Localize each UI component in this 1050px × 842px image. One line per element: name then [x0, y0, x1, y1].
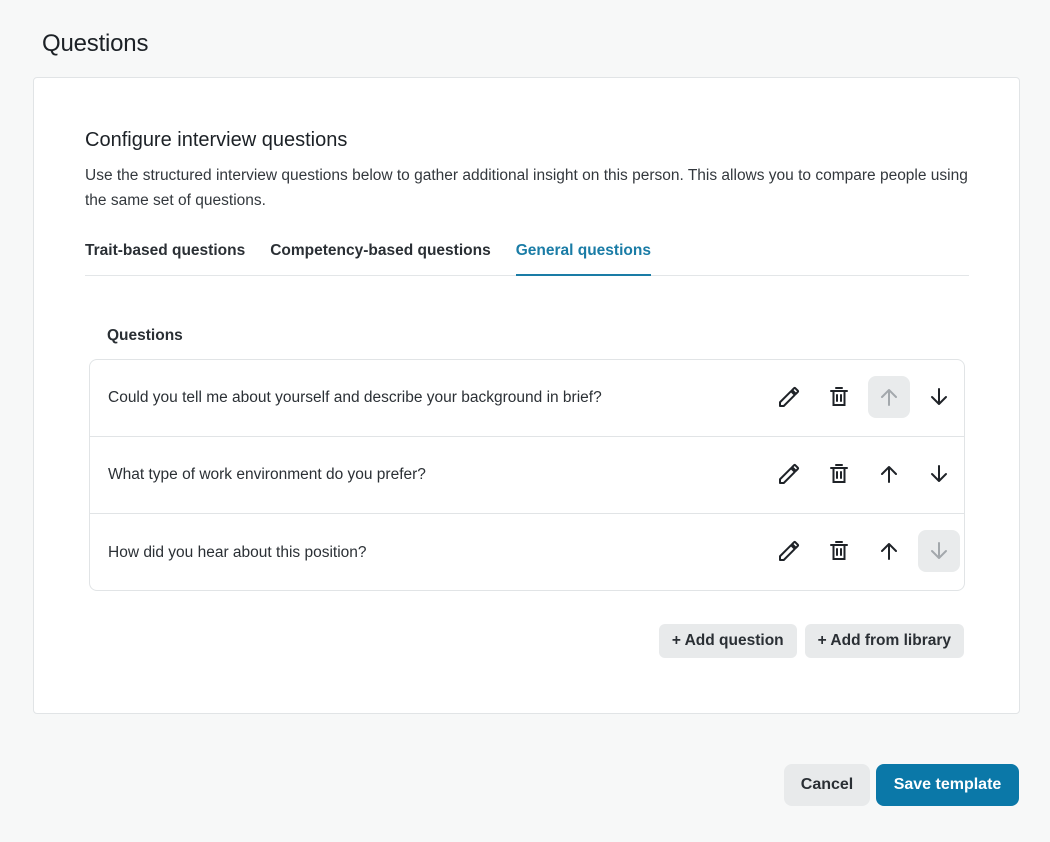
question-text: What type of work environment do you pre…	[108, 466, 426, 483]
move-down-button[interactable]	[918, 530, 960, 572]
trash-icon	[830, 541, 848, 560]
question-actions	[768, 530, 960, 572]
delete-question-button[interactable]	[818, 530, 860, 572]
tab-general[interactable]: General questions	[515, 238, 651, 276]
pencil-icon	[779, 464, 799, 484]
questions-list: Could you tell me about yourself and des…	[89, 359, 965, 591]
delete-question-button[interactable]	[818, 453, 860, 495]
questions-header: Questions	[107, 327, 183, 344]
question-row: Could you tell me about yourself and des…	[90, 360, 964, 437]
arrow-down-icon	[931, 388, 947, 405]
add-question-button[interactable]: + Add question	[658, 624, 797, 658]
arrow-up-icon	[881, 466, 897, 483]
question-tabs: Trait-based questions Competency-based q…	[85, 238, 969, 276]
move-up-button[interactable]	[868, 453, 910, 495]
question-row: What type of work environment do you pre…	[90, 437, 964, 514]
question-text: How did you hear about this position?	[108, 543, 367, 561]
add-buttons: + Add question + Add from library	[658, 624, 964, 658]
arrow-down-icon	[931, 542, 947, 559]
add-from-library-button[interactable]: + Add from library	[804, 624, 964, 658]
arrow-up-icon	[881, 543, 897, 560]
trash-icon	[830, 464, 848, 483]
edit-question-button[interactable]	[768, 453, 810, 495]
question-actions	[768, 376, 960, 418]
section-description: Use the structured interview questions b…	[85, 167, 968, 209]
pencil-icon	[779, 541, 799, 561]
cancel-button[interactable]: Cancel	[784, 764, 870, 806]
tab-trait-based[interactable]: Trait-based questions	[85, 238, 245, 276]
move-down-button[interactable]	[918, 376, 960, 418]
question-row: How did you hear about this position?	[90, 514, 964, 590]
move-up-button[interactable]	[868, 376, 910, 418]
section-title: Configure interview questions	[85, 129, 348, 151]
move-down-button[interactable]	[918, 453, 960, 495]
arrow-up-icon	[881, 389, 897, 406]
move-up-button[interactable]	[868, 530, 910, 572]
question-actions	[768, 453, 960, 495]
footer-actions: Cancel Save template	[784, 764, 1019, 806]
questions-card: Configure interview questions Use the st…	[33, 77, 1020, 714]
save-template-button[interactable]: Save template	[876, 764, 1019, 806]
pencil-icon	[779, 387, 799, 407]
edit-question-button[interactable]	[768, 376, 810, 418]
trash-icon	[830, 387, 848, 406]
tab-competency-based[interactable]: Competency-based questions	[270, 238, 491, 276]
edit-question-button[interactable]	[768, 530, 810, 572]
arrow-down-icon	[931, 465, 947, 482]
page-title: Questions	[42, 30, 149, 57]
question-text: Could you tell me about yourself and des…	[108, 389, 602, 406]
delete-question-button[interactable]	[818, 376, 860, 418]
